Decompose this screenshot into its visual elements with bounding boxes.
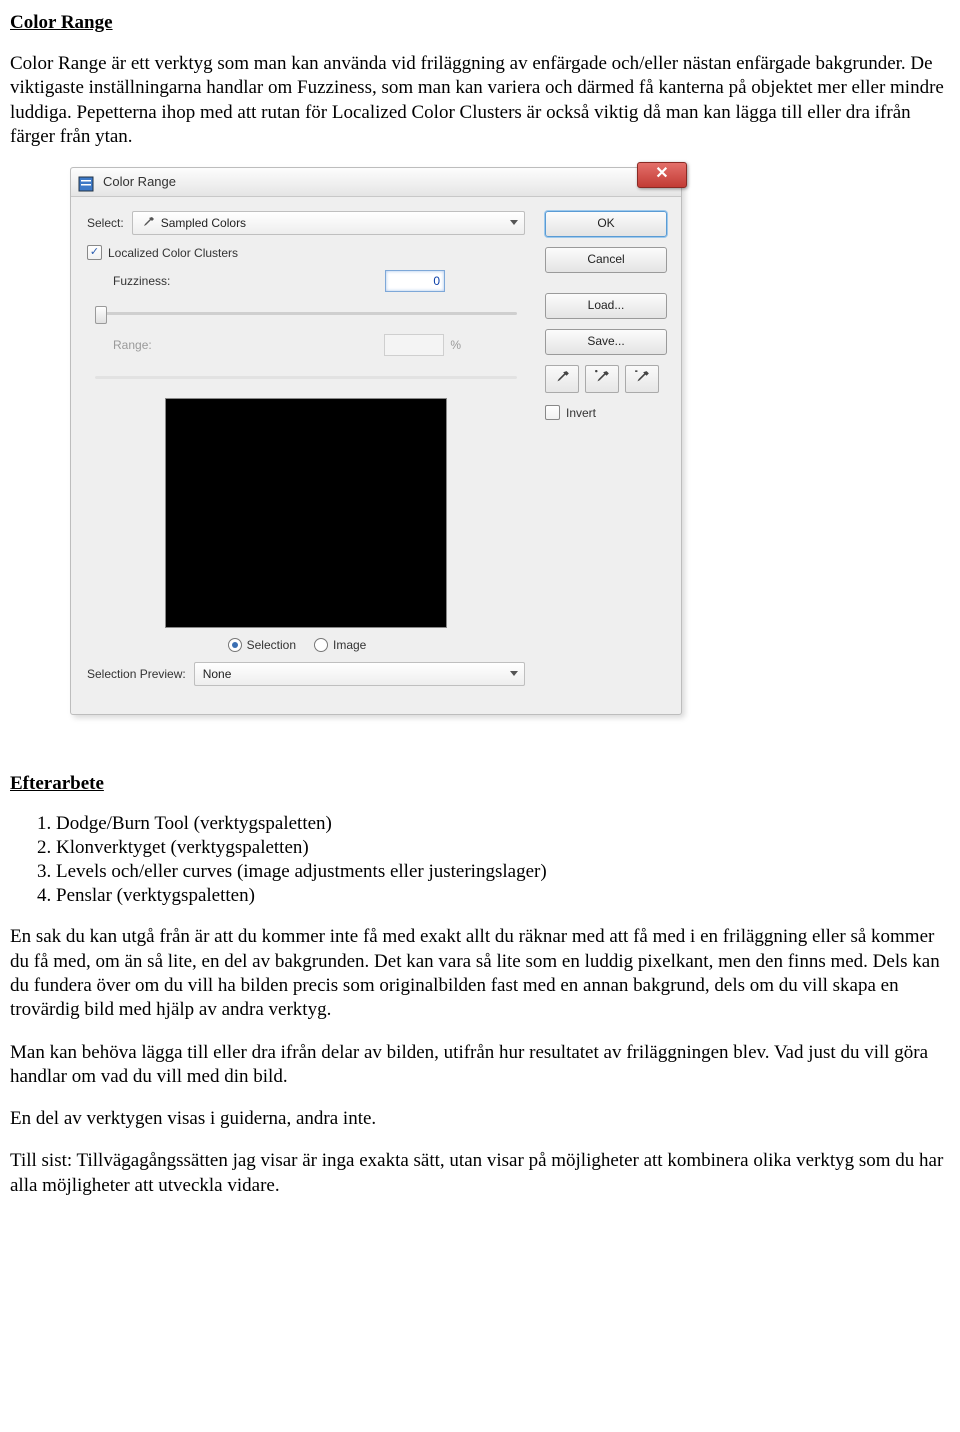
list-item: Levels och/eller curves (image adjustmen… — [56, 861, 950, 883]
list-item: Klonverktyget (verktygspaletten) — [56, 837, 950, 859]
range-slider — [95, 366, 517, 390]
chevron-down-icon — [510, 671, 518, 676]
eyedropper-button[interactable] — [545, 365, 579, 393]
body-paragraph: En sak du kan utgå från är att du kommer… — [10, 925, 950, 1022]
efterarbete-list: Dodge/Burn Tool (verktygspaletten) Klonv… — [10, 813, 950, 907]
dialog-title: Color Range — [103, 174, 176, 189]
localized-checkbox[interactable]: ✓ — [87, 245, 102, 260]
radio-on-icon — [228, 638, 242, 652]
radio-off-icon — [314, 638, 328, 652]
dialog-sysicon — [78, 174, 94, 190]
color-range-dialog-figure: Color Range ✕ Select: Sampled Colors — [70, 167, 950, 715]
radio-selection-label: Selection — [247, 638, 296, 652]
list-item: Dodge/Burn Tool (verktygspaletten) — [56, 813, 950, 835]
dialog-titlebar: Color Range ✕ — [71, 168, 681, 197]
select-label: Select: — [87, 216, 124, 230]
body-paragraph: Till sist: Tillvägagångssätten jag visar… — [10, 1149, 950, 1198]
ok-button[interactable]: OK — [545, 211, 667, 237]
radio-image[interactable]: Image — [314, 638, 366, 652]
percent-label: % — [450, 338, 461, 352]
eyedropper-subtract-button[interactable] — [625, 365, 659, 393]
list-item: Penslar (verktygspaletten) — [56, 885, 950, 907]
fuzziness-slider[interactable] — [95, 302, 517, 326]
selection-preview-value: None — [203, 667, 232, 681]
intro-paragraph: Color Range är ett verktyg som man kan a… — [10, 52, 950, 149]
body-paragraph: Man kan behöva lägga till eller dra ifrå… — [10, 1041, 950, 1090]
page-title: Color Range — [10, 12, 950, 34]
fuzziness-label: Fuzziness: — [113, 274, 170, 288]
eyedropper-icon — [554, 370, 570, 389]
selection-preview-box — [165, 398, 447, 628]
slider-thumb-icon — [95, 306, 107, 324]
fuzziness-input[interactable]: 0 — [385, 270, 445, 292]
eyedropper-minus-icon — [634, 370, 650, 389]
body-paragraph: En del av verktygen visas i guiderna, an… — [10, 1107, 950, 1131]
radio-image-label: Image — [333, 638, 366, 652]
eyedropper-plus-icon — [594, 370, 610, 389]
select-value: Sampled Colors — [161, 216, 246, 230]
close-button[interactable]: ✕ — [637, 162, 687, 188]
select-dropdown[interactable]: Sampled Colors — [132, 211, 525, 235]
localized-label: Localized Color Clusters — [108, 246, 238, 260]
chevron-down-icon — [510, 220, 518, 225]
radio-selection[interactable]: Selection — [228, 638, 296, 652]
invert-label: Invert — [566, 406, 596, 420]
cancel-button[interactable]: Cancel — [545, 247, 667, 273]
selection-preview-dropdown[interactable]: None — [194, 662, 525, 686]
save-button[interactable]: Save... — [545, 329, 667, 355]
load-button[interactable]: Load... — [545, 293, 667, 319]
efterarbete-heading: Efterarbete — [10, 773, 950, 795]
color-range-dialog: Color Range ✕ Select: Sampled Colors — [70, 167, 682, 715]
eyedropper-icon — [141, 216, 155, 230]
range-label: Range: — [113, 338, 152, 352]
range-input — [384, 334, 444, 356]
close-icon: ✕ — [655, 165, 668, 182]
eyedropper-add-button[interactable] — [585, 365, 619, 393]
selection-preview-label: Selection Preview: — [87, 667, 186, 681]
invert-checkbox[interactable]: ✓ — [545, 405, 560, 420]
